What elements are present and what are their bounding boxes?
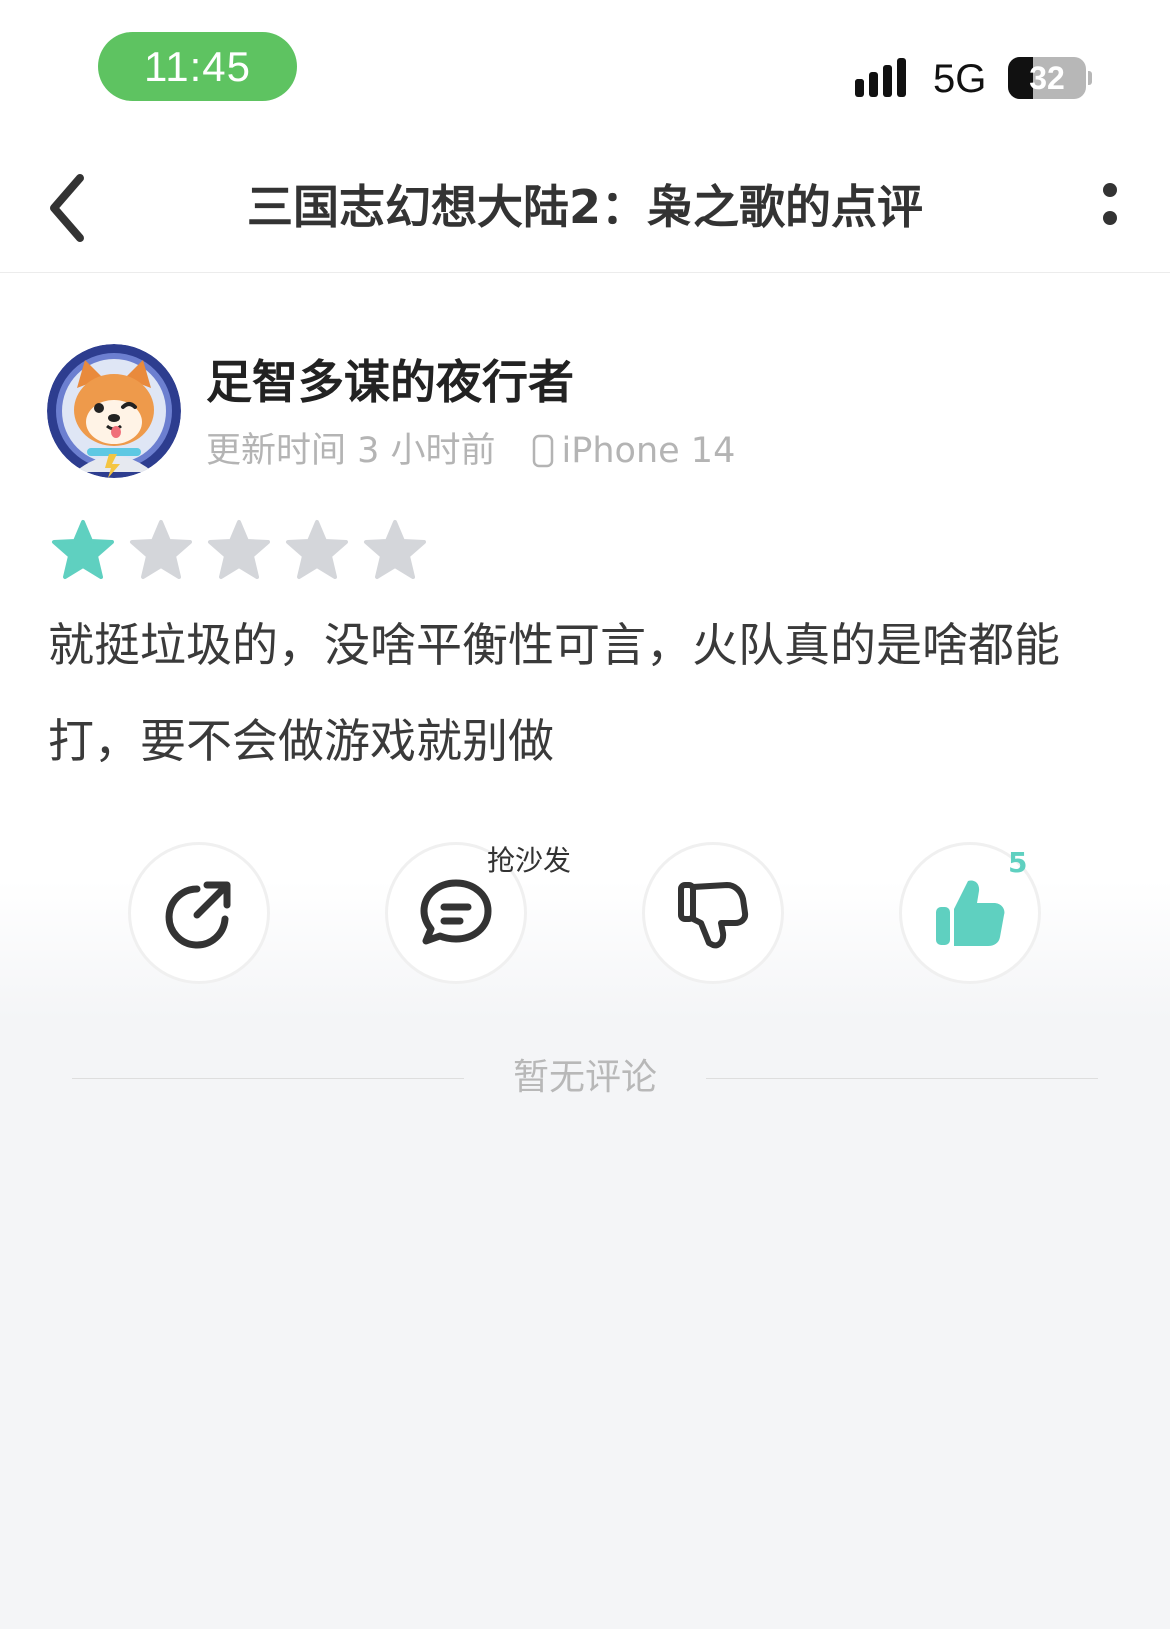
avatar[interactable] (47, 344, 181, 478)
chevron-left-icon (50, 174, 84, 242)
review-meta: 更新时间 3 小时前 iPhone 14 (206, 428, 735, 474)
battery-level: 32 (1029, 60, 1065, 96)
star-empty-icon (364, 520, 426, 579)
thumbs-down-icon (678, 882, 749, 949)
share-button[interactable] (128, 842, 270, 984)
divider-right (706, 1078, 1098, 1079)
comment-label: 抢沙发 (487, 844, 572, 877)
back-button[interactable] (40, 170, 100, 246)
update-time: 更新时间 3 小时前 (206, 431, 496, 471)
empty-comments-text: 暂无评论 (512, 1057, 657, 1098)
status-time: 11:45 (98, 32, 297, 101)
like-count: 5 (1008, 846, 1028, 879)
comment-icon (420, 879, 492, 945)
star-empty-icon (208, 520, 270, 579)
network-type: 5G (933, 57, 987, 101)
star-empty-icon (130, 520, 192, 579)
dislike-button[interactable] (642, 842, 784, 984)
page-title: 三国志幻想大陆2：枭之歌的点评 (246, 180, 923, 234)
status-bar: 11:45 5G 32 (0, 0, 1170, 130)
battery-icon: 32 (1008, 57, 1092, 99)
divider-left (72, 1078, 464, 1079)
share-icon (165, 881, 231, 949)
signal-icon (855, 58, 906, 97)
device-name: iPhone 14 (561, 431, 736, 471)
more-vertical-icon (1103, 183, 1117, 225)
phone-icon (532, 434, 553, 468)
author-name[interactable]: 足智多谋的夜行者 (206, 352, 574, 412)
shiba-avatar-icon (47, 344, 181, 478)
thumbs-up-icon (936, 880, 1005, 946)
star-filled-icon (52, 520, 114, 579)
review-text: 就挺垃圾的，没啥平衡性可言，火队真的是啥都能打，要不会做游戏就别做 (48, 618, 1060, 768)
nav-bar: 三国志幻想大陆2：枭之歌的点评 (0, 150, 1170, 273)
star-empty-icon (286, 520, 348, 579)
star-rating (50, 518, 440, 582)
more-button[interactable] (1092, 180, 1132, 240)
